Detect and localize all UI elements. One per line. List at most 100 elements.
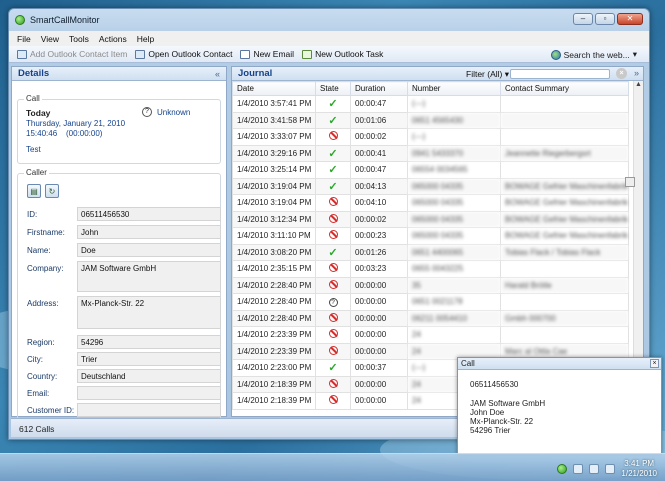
popup-close-button[interactable]: ×	[650, 359, 659, 368]
journal-row[interactable]: 1/4/2010 3:41:58 PM ✓ 00:01:06 0651 4565430	[232, 111, 629, 129]
row-state: ✓	[315, 177, 351, 195]
open-outlook-contact-button[interactable]: Open Outlook Contact	[135, 49, 232, 59]
row-duration: 00:00:00	[350, 342, 408, 360]
firstname-field[interactable]: John	[77, 225, 221, 239]
call-group: Call Today Thursday, January 21, 2010 15…	[17, 94, 221, 164]
new-email-button[interactable]: New Email	[240, 49, 294, 59]
volume-icon[interactable]	[605, 464, 616, 474]
journal-row[interactable]: 1/4/2010 2:28:40 PM 00:00:00 35 Harald Bröt…	[232, 276, 629, 294]
journal-row[interactable]: 1/4/2010 2:35:15 PM 00:03:23 0655 0043225	[232, 260, 629, 278]
contact-card-icon	[135, 49, 146, 59]
journal-row[interactable]: 1/4/2010 3:19:04 PM ✓ 00:04:13 065000 04335…	[232, 177, 629, 195]
city-field[interactable]: Trier	[77, 352, 221, 366]
row-state: ?	[315, 293, 351, 311]
email-field[interactable]	[77, 386, 221, 400]
row-number: 24	[407, 326, 501, 344]
details-title: Details	[18, 68, 50, 79]
collapse-journal-icon[interactable]: »	[634, 68, 639, 78]
row-duration: 00:00:00	[350, 326, 408, 344]
dropdown-arrow-icon: ▾	[632, 49, 637, 59]
new-email-label: New Email	[253, 49, 295, 59]
row-number: 06211 0054410	[407, 309, 501, 327]
unknown-state-icon: ?	[328, 297, 338, 307]
flag-icon[interactable]	[573, 464, 584, 474]
journal-row[interactable]: 1/4/2010 2:28:40 PM? 00:00:00 0651 0021178	[232, 293, 629, 311]
name-field[interactable]: Doe	[77, 243, 221, 257]
caller-group: Caller ▤ ↻ ID: 06511456530 Firstname: Jo…	[17, 168, 221, 423]
journal-row[interactable]: 1/4/2010 3:11:10 PM 00:00:23 065000 04335 B…	[232, 227, 629, 245]
col-date[interactable]: Date	[232, 81, 316, 96]
smartcallmonitor-tray-icon[interactable]	[557, 464, 568, 474]
title-bar[interactable]: SmartCallMonitor – ▫ ✕	[9, 9, 649, 31]
row-state	[315, 392, 351, 410]
row-state: ✓	[315, 95, 351, 113]
menu-bar: File View Tools Actions Help	[9, 31, 649, 46]
missed-call-icon	[328, 263, 338, 273]
add-outlook-contact-button[interactable]: Add Outlook Contact Item	[17, 49, 127, 59]
region-field[interactable]: 54296	[77, 335, 221, 349]
minimize-button[interactable]: –	[573, 13, 593, 25]
clear-filter-icon[interactable]: ×	[616, 68, 627, 79]
journal-row[interactable]: 1/4/2010 3:29:16 PM ✓ 00:00:41 0941 5433370…	[232, 144, 629, 162]
journal-row[interactable]: 1/4/2010 2:23:39 PM 00:00:00 24	[232, 326, 629, 344]
row-contact	[500, 260, 629, 278]
copy-contact-button[interactable]: ▤	[27, 184, 41, 198]
journal-row[interactable]: 1/4/2010 2:28:40 PM 00:00:00 06211 0054410…	[232, 309, 629, 327]
unknown-state-icon: ?	[142, 107, 152, 117]
journal-row[interactable]: 1/4/2010 3:25:14 PM ✓ 00:00:47 06554 003456…	[232, 161, 629, 179]
row-contact: BOWAGE Gefrier Maschinenfabrik	[500, 227, 629, 245]
missed-call-icon	[328, 230, 338, 240]
menu-actions[interactable]: Actions	[99, 34, 127, 44]
call-duration: (00:00:00)	[66, 129, 103, 138]
menu-help[interactable]: Help	[137, 34, 154, 44]
row-duration: 00:00:00	[350, 293, 408, 311]
filter-dropdown[interactable]: Filter (All) ▾	[466, 69, 509, 80]
filter-input[interactable]	[510, 69, 610, 79]
collapse-details-icon[interactable]: «	[215, 69, 220, 79]
system-tray: 3:41 PM 1/21/2010	[557, 459, 657, 479]
journal-row[interactable]: 1/4/2010 3:12:34 PM 00:00:02 065000 04335 B…	[232, 210, 629, 228]
refresh-contact-button[interactable]: ↻	[45, 184, 59, 198]
col-duration[interactable]: Duration	[350, 81, 408, 96]
maximize-button[interactable]: ▫	[595, 13, 615, 25]
address-field[interactable]: Mx-Planck-Str. 22	[77, 296, 221, 329]
check-icon: ✓	[328, 164, 338, 177]
panel-handle[interactable]	[625, 177, 635, 187]
clock[interactable]: 3:41 PM 1/21/2010	[621, 459, 657, 479]
id-field[interactable]: 06511456530	[77, 207, 221, 221]
journal-row[interactable]: 1/4/2010 3:08:20 PM ✓ 00:01:26 0651 4400065…	[232, 243, 629, 261]
country-field[interactable]: Deutschland	[77, 369, 221, 383]
close-button[interactable]: ✕	[617, 13, 643, 25]
network-icon[interactable]	[589, 464, 600, 474]
row-state	[315, 342, 351, 360]
journal-row[interactable]: 1/4/2010 3:19:04 PM 00:04:10 065000 04335 B…	[232, 194, 629, 212]
journal-row[interactable]: 1/4/2010 3:33:07 PM 00:00:02 (---)	[232, 128, 629, 146]
col-contact-summary[interactable]: Contact Summary	[500, 81, 629, 96]
row-number: 0651 0021178	[407, 293, 501, 311]
menu-file[interactable]: File	[17, 34, 31, 44]
task-icon	[302, 49, 313, 59]
menu-tools[interactable]: Tools	[69, 34, 89, 44]
customer-id-field[interactable]	[77, 403, 221, 417]
journal-row[interactable]: 1/4/2010 3:57:41 PM ✓ 00:00:47 (---)	[232, 95, 629, 113]
popup-city: 54296 Trier	[470, 426, 511, 435]
taskbar: 3:41 PM 1/21/2010	[0, 453, 665, 481]
search-web-button[interactable]: Search the web... ▾	[550, 49, 637, 60]
row-state: ✓	[315, 144, 351, 162]
row-date: 1/4/2010 3:11:10 PM	[232, 227, 316, 245]
row-contact	[500, 128, 629, 146]
row-date: 1/4/2010 3:57:41 PM	[232, 95, 316, 113]
row-date: 1/4/2010 2:18:39 PM	[232, 375, 316, 393]
menu-view[interactable]: View	[41, 34, 59, 44]
missed-call-icon	[328, 312, 338, 322]
col-number[interactable]: Number	[407, 81, 501, 96]
row-duration: 00:01:26	[350, 243, 408, 261]
row-date: 1/4/2010 2:28:40 PM	[232, 309, 316, 327]
company-field[interactable]: JAM Software GmbH	[77, 261, 221, 292]
scroll-up-icon[interactable]: ▲	[634, 81, 643, 88]
col-state[interactable]: State	[315, 81, 351, 96]
row-state	[315, 309, 351, 327]
row-duration: 00:04:13	[350, 177, 408, 195]
row-date: 1/4/2010 3:08:20 PM	[232, 243, 316, 261]
new-outlook-task-button[interactable]: New Outlook Task	[302, 49, 383, 59]
